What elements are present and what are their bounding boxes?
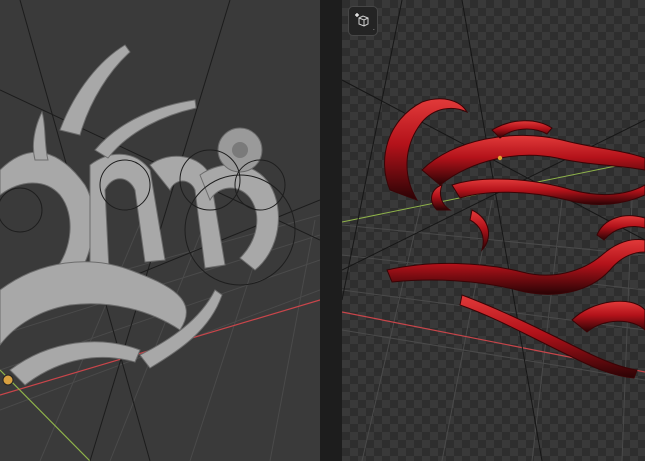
add-camera-button[interactable]: ·	[348, 6, 378, 36]
view-button-badge: ·	[372, 26, 375, 34]
left-viewport-scene	[0, 0, 320, 461]
origin-dot-icon-right[interactable]	[497, 155, 503, 161]
viewport-split-handle[interactable]	[320, 0, 342, 461]
add-camera-icon	[355, 13, 369, 27]
origin-dot-icon[interactable]	[2, 374, 14, 386]
y-axis-line	[0, 369, 91, 461]
right-viewport-scene	[342, 0, 645, 461]
gear-hub	[232, 142, 248, 158]
floor-grid-right	[342, 199, 645, 461]
left-3d-viewport[interactable]	[0, 0, 320, 461]
chrome-ornament-bottom	[386, 215, 645, 379]
right-3d-viewport[interactable]: ·	[342, 0, 645, 461]
